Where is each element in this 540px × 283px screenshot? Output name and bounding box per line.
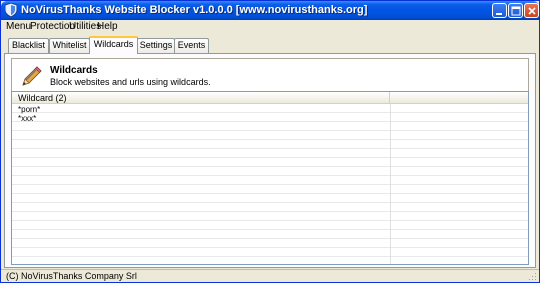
maximize-button[interactable]	[508, 3, 523, 18]
menu-item-help[interactable]: Help	[97, 21, 118, 32]
minimize-icon	[496, 13, 502, 15]
tab-blacklist[interactable]: Blacklist	[8, 38, 49, 53]
section-subtitle: Block websites and urls using wildcards.	[50, 77, 211, 87]
column-header-wildcard[interactable]: Wildcard (2)	[12, 92, 390, 104]
tab-strip: Blacklist Whitelist Wildcards Settings E…	[4, 36, 536, 54]
menu-item-menu[interactable]: Menu	[6, 21, 31, 32]
resize-grip-icon[interactable]	[527, 271, 537, 281]
wildcards-panel: Wildcards Block websites and urls using …	[4, 53, 536, 268]
list-item[interactable]: *porn*	[12, 105, 390, 114]
tab-whitelist[interactable]: Whitelist	[49, 38, 90, 53]
tab-wildcards[interactable]: Wildcards	[89, 36, 138, 54]
section-title: Wildcards	[50, 65, 98, 76]
close-button[interactable]	[524, 3, 539, 18]
app-window: NoVirusThanks Website Blocker v1.0.0.0 […	[0, 0, 540, 283]
status-text: (C) NoVirusThanks Company Srl	[6, 271, 137, 281]
wildcard-list[interactable]: Wildcard (2) *porn* *xxx*	[11, 91, 529, 265]
menu-bar: Menu Protection Utilities Help	[1, 20, 539, 34]
list-item[interactable]: *xxx*	[12, 114, 390, 123]
list-rows	[12, 104, 528, 264]
shield-icon	[4, 2, 18, 18]
tab-events[interactable]: Events	[174, 38, 209, 53]
pencil-icon	[20, 64, 44, 88]
minimize-button[interactable]	[492, 3, 507, 18]
title-bar[interactable]: NoVirusThanks Website Blocker v1.0.0.0 […	[1, 1, 539, 20]
section-header: Wildcards Block websites and urls using …	[11, 58, 529, 94]
close-icon	[528, 7, 536, 15]
column-divider	[390, 104, 391, 264]
list-header: Wildcard (2)	[12, 92, 528, 104]
window-title: NoVirusThanks Website Blocker v1.0.0.0 […	[21, 4, 368, 16]
status-bar: (C) NoVirusThanks Company Srl	[1, 269, 539, 282]
maximize-icon	[511, 6, 521, 16]
tab-settings[interactable]: Settings	[137, 38, 175, 53]
